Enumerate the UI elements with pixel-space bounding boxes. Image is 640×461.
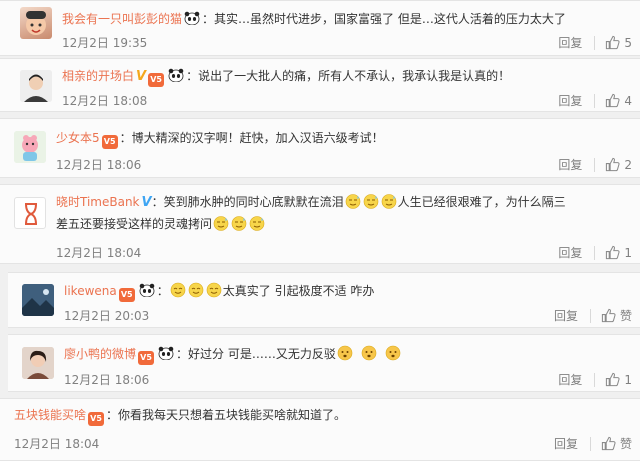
- timestamp: 12月2日 18:06: [56, 158, 142, 172]
- vip-badge-icon: V5: [148, 73, 165, 87]
- thumbs-up-icon[interactable]: [601, 308, 616, 323]
- reply-button[interactable]: 回复: [558, 34, 582, 51]
- like-count[interactable]: 赞: [620, 435, 632, 452]
- panda-emoji-icon: [168, 68, 184, 82]
- comment-card: 晓时TimeBank V：笑到肺水肿的同时心底默默在流泪 人生已经很艰难了，为什么隔…: [0, 184, 640, 264]
- speechless-emoji-icon: [361, 345, 377, 361]
- comment-text: ：其实…虽然时代进步，国家富强了 但是…这代人活着的压力太大了: [202, 12, 566, 26]
- divider: [589, 436, 591, 451]
- timestamp: 12月2日 19:35: [62, 36, 148, 50]
- divider: [594, 157, 596, 172]
- divider: [594, 35, 596, 50]
- comment-card: 相亲的开场白 V V5 ：说出了一大批人的痛，所有人不承认，我承认我是认真的！ 12月…: [0, 58, 640, 112]
- thumbs-up-icon[interactable]: [605, 157, 620, 172]
- comment-card: likewena V5：太真实了 引起极度不适 咋办 12月2日 20:03 回复…: [8, 272, 640, 328]
- divider: [594, 245, 596, 260]
- divider: [594, 93, 596, 108]
- comment-card: 五块钱能买啥 V5 ：你看我每天只想着五块钱能买啥就知道了。 12月2日 18:04…: [0, 398, 640, 461]
- username[interactable]: 少女本5: [56, 131, 100, 145]
- comment-card: 我会有一只叫彭彭的猫 ：其实…虽然时代进步，国家富强了 但是…这代人活着的压力太大…: [0, 0, 640, 56]
- reply-button[interactable]: 回复: [554, 435, 578, 452]
- reply-button[interactable]: 回复: [558, 244, 582, 261]
- reply-button[interactable]: 回复: [558, 92, 582, 109]
- like-count[interactable]: 5: [624, 36, 632, 50]
- sweat-emoji-icon: [213, 216, 229, 231]
- avatar[interactable]: [22, 347, 54, 379]
- sweat-emoji-icon: [249, 216, 265, 231]
- avatar[interactable]: [20, 70, 52, 102]
- thumbs-up-icon[interactable]: [605, 245, 620, 260]
- like-count[interactable]: 1: [624, 246, 632, 260]
- sweat-emoji-icon: [345, 194, 360, 209]
- hourglass-logo-icon: [25, 203, 37, 225]
- like-count[interactable]: 赞: [620, 307, 632, 324]
- timestamp: 12月2日 18:04: [56, 246, 142, 260]
- divider: [594, 372, 596, 387]
- like-count[interactable]: 4: [624, 94, 632, 108]
- timestamp: 12月2日 18:04: [14, 437, 100, 451]
- comment-text: ：博大精深的汉字啊！赶快，加入汉语六级考试！: [119, 131, 384, 145]
- speechless-emoji-icon: [385, 345, 401, 361]
- avatar-image: [20, 70, 52, 102]
- comment-text: 人生已经很艰难了，为什么隔三: [397, 195, 566, 209]
- avatar-image: [26, 11, 46, 35]
- avatar[interactable]: [14, 131, 46, 163]
- avatar-image: [14, 131, 46, 163]
- vip-badge-icon: V5: [118, 288, 135, 302]
- verified-v-icon: V: [136, 69, 147, 84]
- username[interactable]: 五块钱能买啥: [14, 408, 86, 422]
- avatar[interactable]: [20, 7, 52, 39]
- comment-text: ：你看我每天只想着五块钱能买啥就知道了。: [106, 408, 347, 422]
- panda-emoji-icon: [158, 346, 174, 360]
- vip-badge-icon: V5: [101, 135, 118, 149]
- panda-emoji-icon: [184, 11, 200, 25]
- avatar-image: [22, 284, 54, 316]
- reply-button[interactable]: 回复: [554, 307, 578, 324]
- timestamp: 12月2日 20:03: [64, 309, 150, 323]
- comment-feed: 我会有一只叫彭彭的猫 ：其实…虽然时代进步，国家富强了 但是…这代人活着的压力太大…: [0, 0, 640, 461]
- username[interactable]: 我会有一只叫彭彭的猫: [62, 12, 182, 26]
- avatar[interactable]: [14, 197, 46, 229]
- vip-badge-icon: V5: [138, 351, 155, 365]
- reply-button[interactable]: 回复: [558, 371, 582, 388]
- timestamp: 12月2日 18:08: [62, 94, 148, 108]
- username[interactable]: likewena: [64, 284, 117, 298]
- sweat-emoji-icon: [231, 216, 247, 231]
- thumbs-up-icon[interactable]: [605, 93, 620, 108]
- comment-text: 太真实了 引起极度不适 咋办: [222, 284, 375, 298]
- avatar[interactable]: [22, 284, 54, 316]
- vip-badge-icon: V5: [88, 412, 105, 426]
- sweat-emoji-icon: [363, 194, 378, 209]
- like-count[interactable]: 1: [624, 373, 632, 387]
- verified-v-icon: V: [141, 195, 152, 210]
- like-count[interactable]: 2: [624, 158, 632, 172]
- timestamp: 12月2日 18:06: [64, 373, 150, 387]
- comment-card: 少女本5 V5 ：博大精深的汉字啊！赶快，加入汉语六级考试！ 12月2日 18:06…: [0, 118, 640, 178]
- divider: [589, 308, 591, 323]
- reply-button[interactable]: 回复: [558, 156, 582, 173]
- username[interactable]: 相亲的开场白: [62, 69, 134, 83]
- thumbs-up-icon[interactable]: [605, 372, 620, 387]
- speechless-emoji-icon: [337, 345, 353, 361]
- avatar-image: [22, 347, 54, 379]
- thumbs-up-icon[interactable]: [605, 35, 620, 50]
- smile-emoji-icon: [170, 282, 186, 298]
- comment-text: ：好过分 可是……又无力反驳: [176, 347, 336, 361]
- smile-emoji-icon: [188, 282, 204, 298]
- username[interactable]: 晓时TimeBank: [56, 195, 140, 209]
- panda-emoji-icon: [139, 283, 155, 297]
- sweat-emoji-icon: [381, 194, 396, 209]
- comment-text: ：笑到肺水肿的同时心底默默在流泪: [151, 195, 344, 209]
- username[interactable]: 廖小鸭的微博: [64, 347, 136, 361]
- comment-text: ：说出了一大批人的痛，所有人不承认，我承认我是认真的！: [186, 69, 511, 83]
- comment-card: 廖小鸭的微博 V5 ：好过分 可是……又无力反驳 12月2日 18:06 回复 1: [8, 334, 640, 392]
- smile-emoji-icon: [206, 282, 222, 298]
- thumbs-up-icon[interactable]: [601, 436, 616, 451]
- comment-text: 差五还要接受这样的灵魂拷问: [56, 217, 213, 231]
